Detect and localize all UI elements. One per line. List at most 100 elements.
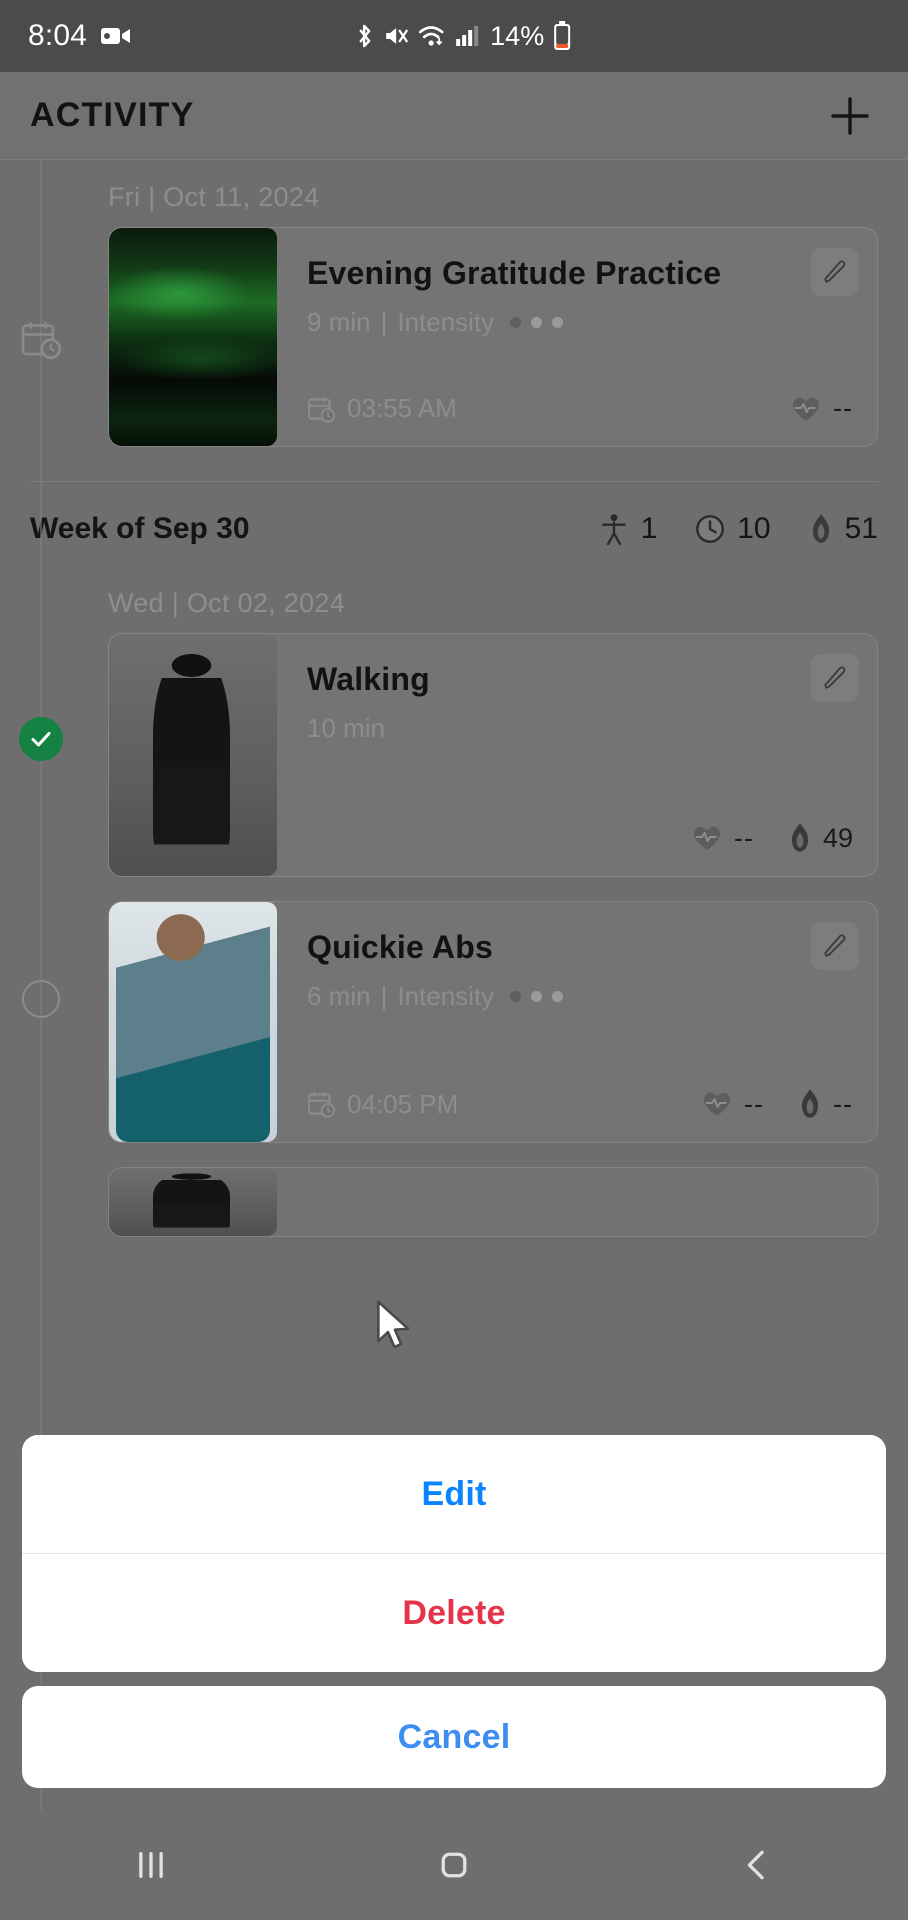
activity-card-body: Walking 10 min -- 49 bbox=[277, 634, 877, 876]
intensity-dot bbox=[510, 991, 522, 1003]
calendar-clock-icon bbox=[308, 396, 336, 423]
pending-marker bbox=[18, 976, 64, 1022]
calories-stat: -- bbox=[798, 1088, 853, 1120]
calendar-clock-icon bbox=[20, 318, 62, 360]
plus-icon bbox=[831, 96, 869, 135]
activity-title: Quickie Abs bbox=[307, 929, 493, 965]
activity-subtitle: 9 min | Intensity bbox=[307, 307, 853, 338]
battery-percent: 14% bbox=[490, 20, 545, 51]
day-group: Wed | Oct 02, 2024 Walking 10 min -- 49 … bbox=[0, 546, 908, 1237]
heart-rate-stat: -- bbox=[701, 1089, 764, 1120]
activity-thumbnail bbox=[109, 1168, 277, 1236]
person-exercise-icon bbox=[601, 514, 626, 545]
app-header: ACTIVITY bbox=[0, 72, 908, 160]
activity-thumbnail bbox=[109, 634, 277, 876]
status-bar-right: 14% bbox=[354, 21, 571, 52]
week-summary: Week of Sep 30 1 10 51 bbox=[0, 482, 908, 546]
week-title: Week of Sep 30 bbox=[30, 512, 250, 545]
add-activity-button[interactable] bbox=[822, 88, 878, 144]
week-stats: 1 10 51 bbox=[599, 512, 878, 546]
activity-card[interactable]: Walking 10 min -- 49 bbox=[108, 633, 878, 877]
activity-thumbnail bbox=[109, 228, 277, 446]
action-sheet-cancel-group: Cancel bbox=[22, 1686, 886, 1788]
intensity-dots bbox=[510, 317, 564, 329]
day-group: Fri | Oct 11, 2024 Evening Gratitude Pra… bbox=[0, 160, 908, 447]
activity-card-footer: -- 49 bbox=[307, 802, 853, 854]
week-minutes-stat: 10 bbox=[695, 512, 771, 546]
activity-card[interactable]: Evening Gratitude Practice 9 min | Inten… bbox=[108, 227, 878, 447]
recents-button[interactable] bbox=[91, 1825, 211, 1905]
heart-rate-icon bbox=[693, 826, 721, 850]
android-nav-bar bbox=[0, 1810, 908, 1920]
week-workouts-stat: 1 bbox=[599, 512, 657, 546]
date-label: Wed | Oct 02, 2024 bbox=[108, 588, 346, 618]
activity-time: 03:55 AM bbox=[307, 393, 457, 424]
cancel-button[interactable]: Cancel bbox=[22, 1686, 886, 1788]
intensity-dot bbox=[552, 317, 564, 329]
bluetooth-icon bbox=[354, 22, 374, 50]
activity-card-footer: 04:05 PM -- -- bbox=[307, 1068, 853, 1120]
phone-screen: 8:04 14% ACTIVITY Fri | Oct 11, 2024 Eve… bbox=[0, 0, 908, 1920]
edit-button[interactable]: Edit bbox=[22, 1435, 886, 1553]
intensity-label: Intensity bbox=[397, 307, 495, 338]
edit-activity-button[interactable] bbox=[811, 248, 859, 296]
mute-vibrate-icon bbox=[383, 23, 409, 49]
activity-subtitle: 10 min bbox=[307, 713, 853, 744]
activity-card-footer: 03:55 AM -- bbox=[307, 373, 853, 424]
intensity-dots bbox=[510, 991, 564, 1003]
intensity-dot bbox=[510, 317, 522, 329]
action-sheet: Edit Delete Cancel bbox=[22, 1435, 886, 1788]
calendar-clock-icon bbox=[308, 1092, 336, 1118]
heart-rate-stat: -- bbox=[790, 393, 853, 424]
recents-icon bbox=[139, 1851, 164, 1879]
intensity-dot bbox=[552, 991, 564, 1003]
activity-stats: -- bbox=[790, 393, 853, 424]
activity-duration: 6 min bbox=[307, 981, 371, 1012]
activity-title: Walking bbox=[307, 661, 430, 697]
activity-card[interactable]: Quickie Abs 6 min | Intensity 04:05 PM -… bbox=[108, 901, 878, 1143]
completed-marker bbox=[18, 716, 64, 762]
activity-card-body: Evening Gratitude Practice 9 min | Inten… bbox=[277, 228, 877, 446]
edit-activity-button[interactable] bbox=[811, 654, 859, 702]
week-calories-value: 51 bbox=[844, 512, 878, 545]
status-time: 8:04 bbox=[28, 19, 88, 52]
intensity-dot bbox=[531, 991, 543, 1003]
back-icon bbox=[747, 1850, 764, 1880]
subtitle-separator: | bbox=[380, 981, 388, 1012]
flame-icon bbox=[812, 514, 829, 543]
heart-rate-icon bbox=[703, 1092, 731, 1116]
activity-subtitle: 6 min | Intensity bbox=[307, 981, 853, 1012]
calories-value: -- bbox=[833, 1088, 853, 1119]
clock-icon bbox=[696, 515, 725, 543]
calories-stat: 49 bbox=[788, 822, 853, 854]
delete-button[interactable]: Delete bbox=[22, 1554, 886, 1672]
calories-value: 49 bbox=[822, 822, 853, 853]
week-calories-stat: 51 bbox=[809, 512, 878, 546]
pencil-icon bbox=[824, 666, 846, 689]
status-bar-left: 8:04 bbox=[28, 19, 131, 53]
activity-card-body bbox=[277, 1168, 877, 1236]
pencil-icon bbox=[824, 934, 846, 957]
activity-card-partial[interactable] bbox=[108, 1167, 878, 1237]
home-button[interactable] bbox=[394, 1825, 514, 1905]
date-label: Fri | Oct 11, 2024 bbox=[108, 182, 320, 212]
heart-rate-value: -- bbox=[733, 822, 754, 853]
activity-duration: 10 min bbox=[307, 713, 386, 744]
heart-rate-value: -- bbox=[744, 1088, 765, 1119]
activity-thumbnail bbox=[109, 902, 277, 1142]
heart-rate-value: -- bbox=[833, 393, 853, 423]
heart-rate-icon bbox=[792, 397, 820, 421]
edit-activity-button[interactable] bbox=[811, 922, 859, 970]
week-minutes-value: 10 bbox=[737, 512, 771, 545]
video-recording-icon bbox=[101, 25, 131, 47]
activity-card-body: Quickie Abs 6 min | Intensity 04:05 PM -… bbox=[277, 902, 877, 1142]
cellular-signal-icon bbox=[455, 24, 479, 48]
flame-icon bbox=[791, 823, 808, 852]
back-button[interactable] bbox=[697, 1825, 817, 1905]
intensity-label: Intensity bbox=[397, 981, 495, 1012]
pencil-icon bbox=[824, 260, 846, 283]
check-circle-icon bbox=[19, 717, 63, 761]
subtitle-separator: | bbox=[380, 307, 388, 338]
battery-icon bbox=[553, 21, 571, 51]
activity-duration: 9 min bbox=[307, 307, 371, 338]
